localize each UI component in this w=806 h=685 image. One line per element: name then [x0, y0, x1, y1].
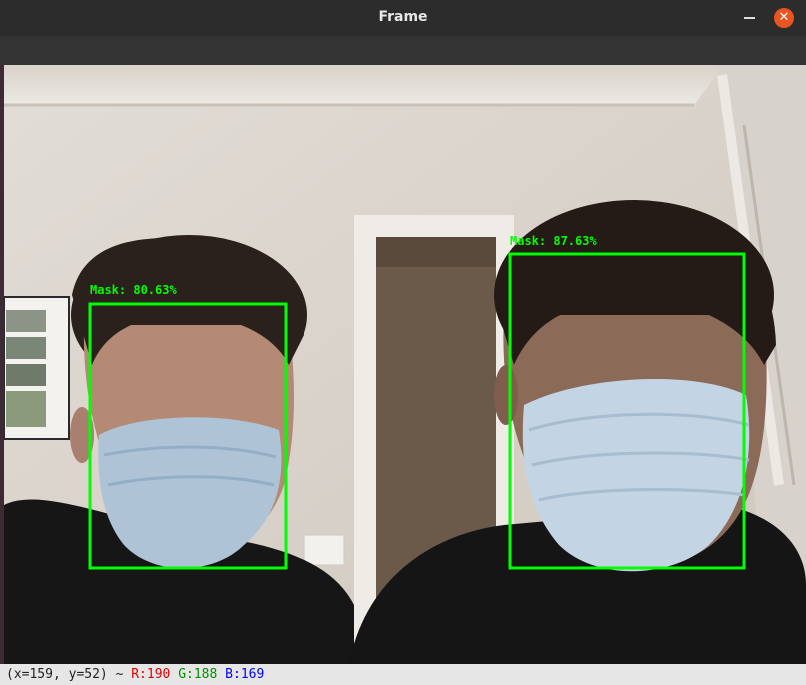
camera-image: Mask: 80.63% Mask: 87.63%: [4, 65, 806, 664]
red-value: R:190: [131, 667, 171, 682]
blue-value: B:169: [225, 667, 265, 682]
detection-label-2: Mask: 87.63%: [510, 234, 597, 248]
coords-readout: (x=159, y=52) ~: [6, 667, 124, 682]
green-value: G:188: [178, 667, 218, 682]
camera-frame[interactable]: Mask: 80.63% Mask: 87.63%: [4, 65, 806, 664]
minimize-icon[interactable]: [744, 17, 755, 19]
detection-label-1: Mask: 80.63%: [90, 283, 177, 297]
toolbar: [0, 36, 806, 65]
status-bar: (x=159, y=52) ~ R:190 G:188 B:169: [0, 664, 806, 685]
close-icon[interactable]: ✕: [774, 8, 794, 28]
title-bar: Frame ✕: [0, 0, 806, 36]
window-title: Frame: [378, 9, 428, 25]
